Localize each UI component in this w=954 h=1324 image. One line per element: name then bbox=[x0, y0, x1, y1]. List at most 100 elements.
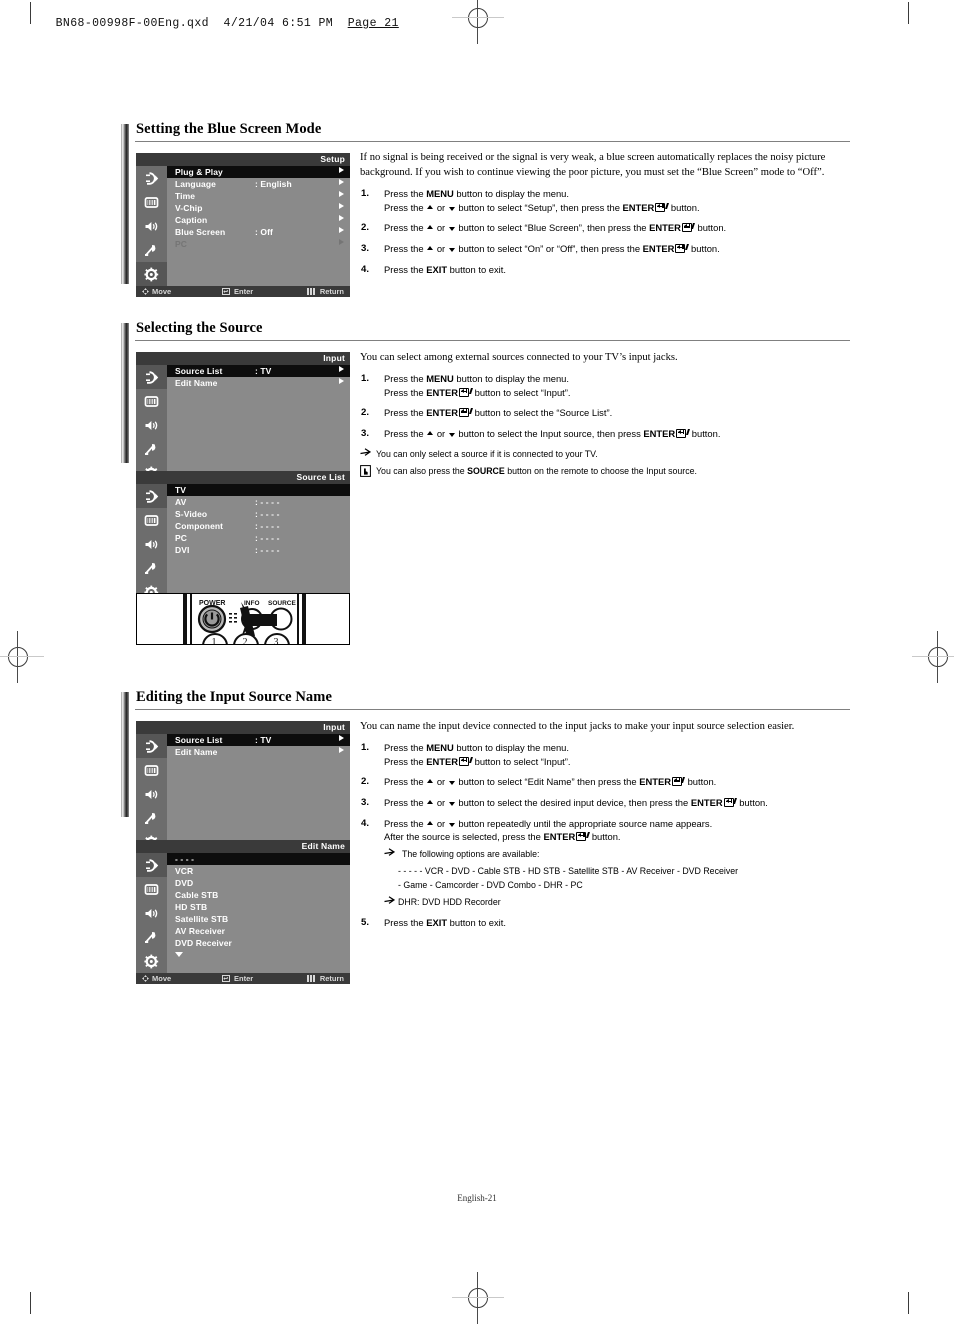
osd-menu-item[interactable]: V-Chip bbox=[167, 202, 350, 214]
picture-icon bbox=[144, 764, 159, 776]
osd-empty-row bbox=[167, 794, 350, 806]
osd-icon-sound[interactable] bbox=[136, 413, 167, 437]
osd-icon-picture[interactable] bbox=[136, 389, 167, 413]
osd-icon-input-source[interactable] bbox=[136, 166, 167, 190]
header-filename: BN68-00998F-00Eng.qxd bbox=[55, 17, 209, 30]
osd-icon-sound[interactable] bbox=[136, 782, 167, 806]
step-number: 1. bbox=[361, 742, 370, 754]
osd-menu-item[interactable]: Source List: TV bbox=[167, 365, 350, 377]
osd-icon-input-source[interactable] bbox=[136, 365, 167, 389]
osd-icon-rail[interactable] bbox=[136, 166, 167, 286]
osd-icon-setup-gear[interactable] bbox=[136, 949, 167, 973]
osd-menu-item[interactable]: Cable STB bbox=[167, 889, 350, 901]
osd-title: Setup bbox=[320, 154, 345, 164]
osd-icon-picture[interactable] bbox=[136, 190, 167, 214]
osd-item-label: HD STB bbox=[175, 902, 208, 912]
osd-menu-item[interactable]: Time bbox=[167, 190, 350, 202]
osd-icon-sound[interactable] bbox=[136, 532, 167, 556]
osd-menu-item[interactable]: DVD Receiver bbox=[167, 937, 350, 949]
note-text: The following options are available: bbox=[402, 848, 540, 859]
registration-mark-top bbox=[452, 0, 504, 44]
osd-icon-channel-antenna[interactable] bbox=[136, 925, 167, 949]
osd-title: Input bbox=[323, 353, 345, 363]
step-text: Press the or button to select the desire… bbox=[384, 796, 768, 808]
chevron-right-icon bbox=[339, 735, 344, 741]
osd-row-list[interactable]: Source List: TV Edit Name bbox=[167, 734, 350, 854]
picture-icon bbox=[144, 196, 159, 208]
section-intro: You can select among external sources co… bbox=[360, 352, 678, 363]
osd-setup-menu[interactable]: Setup Plug & Play Language: English Time V-… bbox=[136, 153, 350, 297]
osd-menu-item[interactable]: TV bbox=[167, 484, 350, 496]
osd-icon-input-source[interactable] bbox=[136, 853, 167, 877]
chevron-right-icon bbox=[339, 239, 344, 245]
return-menu-icon bbox=[306, 975, 315, 982]
osd-icon-sound[interactable] bbox=[136, 214, 167, 238]
osd-icon-rail[interactable] bbox=[136, 853, 167, 973]
osd-menu-item[interactable]: HD STB bbox=[167, 901, 350, 913]
osd-icon-channel-antenna[interactable] bbox=[136, 238, 167, 262]
enter-key-icon bbox=[723, 797, 737, 807]
osd-menu-item[interactable]: Caption bbox=[167, 214, 350, 226]
osd-icon-picture[interactable] bbox=[136, 877, 167, 901]
input-source-icon bbox=[146, 171, 159, 185]
osd-icon-input-source[interactable] bbox=[136, 734, 167, 758]
osd-menu-item[interactable]: AV: - - - - bbox=[167, 496, 350, 508]
osd-scroll-down-icon[interactable] bbox=[167, 949, 350, 959]
osd-empty-row bbox=[167, 556, 350, 568]
registration-mark-bottom bbox=[452, 1272, 504, 1324]
osd-icon-setup-gear[interactable] bbox=[136, 262, 167, 286]
osd-hint-enter: Enter bbox=[222, 287, 253, 296]
osd-item-label: Component bbox=[175, 521, 224, 531]
osd-row-list[interactable]: - - - - VCR DVD Cable STB HD STB Satellite ST… bbox=[167, 853, 350, 973]
remote-info-label: INFO bbox=[244, 600, 260, 607]
osd-icon-picture[interactable] bbox=[136, 508, 167, 532]
chevron-right-icon bbox=[339, 203, 344, 209]
osd-icon-input-source[interactable] bbox=[136, 484, 167, 508]
osd-menu-item[interactable]: Edit Name bbox=[167, 746, 350, 758]
osd-menu-item[interactable]: Plug & Play bbox=[167, 166, 350, 178]
sound-icon bbox=[145, 420, 158, 430]
osd-row-list[interactable]: Source List: TV Edit Name bbox=[167, 365, 350, 485]
osd-menu-item[interactable]: AV Receiver bbox=[167, 925, 350, 937]
osd-icon-sound[interactable] bbox=[136, 901, 167, 925]
osd-icon-channel-antenna[interactable] bbox=[136, 437, 167, 461]
osd-menu-item[interactable]: Edit Name bbox=[167, 377, 350, 389]
osd-icon-picture[interactable] bbox=[136, 758, 167, 782]
osd-item-value: : - - - - bbox=[255, 509, 280, 519]
osd-menu-item[interactable]: Source List: TV bbox=[167, 734, 350, 746]
osd-hint-return: Return bbox=[306, 287, 344, 296]
crop-mark-bottom-left bbox=[30, 1292, 31, 1314]
osd-menu-item[interactable]: Satellite STB bbox=[167, 913, 350, 925]
osd-menu-item[interactable]: DVI: - - - - bbox=[167, 544, 350, 556]
osd-menu-item[interactable]: S-Video: - - - - bbox=[167, 508, 350, 520]
osd-edit-name-menu[interactable]: Edit Name - - - - VCR DVD Cable STB HD STB Sa… bbox=[136, 840, 350, 984]
osd-menu-item[interactable]: VCR bbox=[167, 865, 350, 877]
osd-icon-channel-antenna[interactable] bbox=[136, 806, 167, 830]
step-text: Press the MENU button to display the men… bbox=[384, 373, 570, 385]
osd-item-label: Cable STB bbox=[175, 890, 219, 900]
header-date: 4/21/04 bbox=[223, 17, 275, 30]
osd-icon-rail[interactable] bbox=[136, 365, 167, 485]
step-text: Press the or button repeatedly until the… bbox=[384, 817, 713, 829]
instruction-step: 3. Press the or button to select the Inpu… bbox=[360, 427, 850, 441]
note-arrow-icon bbox=[384, 848, 396, 861]
header-page-label: Page 21 bbox=[347, 17, 399, 30]
osd-menu-item[interactable]: PC: - - - - bbox=[167, 532, 350, 544]
osd-row-list[interactable]: TV AV: - - - - S-Video: - - - - Component: … bbox=[167, 484, 350, 604]
osd-icon-rail[interactable] bbox=[136, 484, 167, 604]
osd-row-list[interactable]: Plug & Play Language: English Time V-Chip Ca… bbox=[167, 166, 350, 286]
osd-menu-item[interactable]: Blue Screen: Off bbox=[167, 226, 350, 238]
sound-icon bbox=[145, 221, 158, 231]
osd-menu-item[interactable]: PC bbox=[167, 238, 350, 250]
osd-menu-item[interactable]: DVD bbox=[167, 877, 350, 889]
osd-icon-channel-antenna[interactable] bbox=[136, 556, 167, 580]
step-number: 2. bbox=[361, 776, 370, 788]
down-arrow-icon bbox=[448, 432, 455, 437]
osd-menu-item[interactable]: Component: - - - - bbox=[167, 520, 350, 532]
osd-icon-rail[interactable] bbox=[136, 734, 167, 854]
step-list: 1. Press the MENU button to display the m… bbox=[360, 187, 850, 276]
osd-menu-item[interactable]: - - - - bbox=[167, 853, 350, 865]
section-accent-bar bbox=[121, 692, 129, 817]
move-dpad-icon bbox=[142, 975, 149, 982]
osd-menu-item[interactable]: Language: English bbox=[167, 178, 350, 190]
